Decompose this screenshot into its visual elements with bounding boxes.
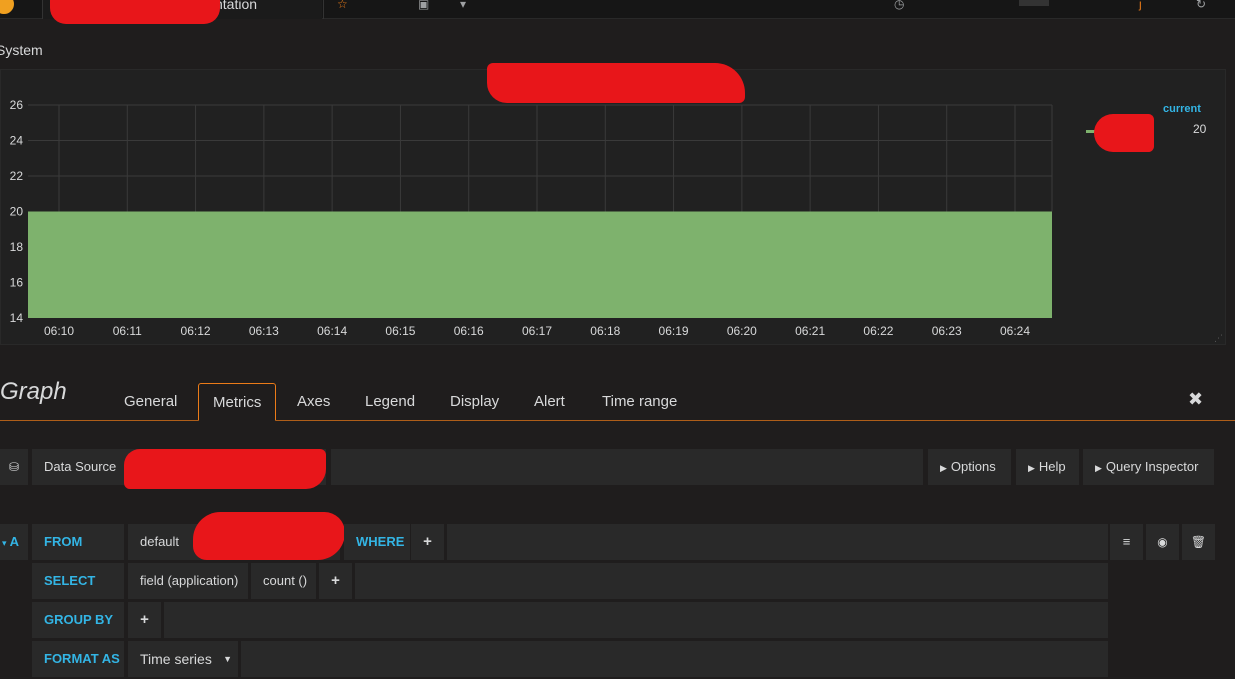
format-as-keyword: FORMAT AS xyxy=(32,641,124,677)
tab-general[interactable]: General xyxy=(110,383,191,421)
dropdown-caret-icon: ▼ xyxy=(223,654,232,664)
add-group-by-button[interactable]: + xyxy=(128,602,161,638)
share-icon[interactable]: ▣ xyxy=(418,0,429,11)
series-area xyxy=(28,211,1052,318)
save-icon[interactable]: ▾ xyxy=(460,0,466,11)
query-menu-button[interactable]: ≡ xyxy=(1110,524,1143,560)
navbar-divider xyxy=(42,0,43,19)
tab-axes[interactable]: Axes xyxy=(283,383,344,421)
y-tick-label: 16 xyxy=(10,276,24,290)
redaction-mark xyxy=(193,512,345,560)
caret-right-icon: ▶ xyxy=(1095,463,1102,473)
legend-current-value: 20 xyxy=(1193,122,1207,136)
redaction-mark xyxy=(487,63,745,103)
tab-time-range[interactable]: Time range xyxy=(588,383,691,421)
x-tick-label: 06:19 xyxy=(659,324,689,338)
caret-right-icon: ▶ xyxy=(1028,463,1035,473)
remove-query-button[interactable]: 🗑 xyxy=(1182,524,1215,560)
graph-canvas: 14 16 18 20 22 24 26 06:10 06:11 06:12 06:13 06:14 0… xyxy=(10,98,1053,338)
close-editor-button[interactable]: ✖ xyxy=(1188,389,1203,410)
x-tick-label: 06:12 xyxy=(181,324,211,338)
select-function-part[interactable]: count () xyxy=(251,563,316,599)
redaction-mark xyxy=(50,0,220,24)
trash-icon: 🗑 xyxy=(1190,535,1207,549)
x-tick-label: 06:10 xyxy=(44,324,74,338)
caret-right-icon: ▶ xyxy=(940,463,947,473)
x-tick-label: 06:11 xyxy=(113,324,142,338)
options-button[interactable]: ▶ Options xyxy=(928,449,1011,485)
dashboard-title[interactable]: ntation xyxy=(215,0,257,12)
x-tick-label: 06:22 xyxy=(863,324,893,338)
y-tick-label: 18 xyxy=(10,240,24,254)
y-tick-label: 14 xyxy=(10,311,24,325)
x-tick-label: 06:13 xyxy=(249,324,279,338)
y-tick-label: 22 xyxy=(10,169,24,183)
graph-panel: 14 16 18 20 22 24 26 06:10 06:11 06:12 06:13 06:14 0… xyxy=(0,69,1226,345)
datasource-label: Data Source xyxy=(44,459,117,474)
top-navbar: ntation ☆ ▣ ▾ ◷ ȷ ↻ xyxy=(0,0,1235,24)
select-field-part[interactable]: field (application) xyxy=(128,563,248,599)
x-tick-label: 06:23 xyxy=(932,324,962,338)
eye-icon: ◉ xyxy=(1157,535,1168,549)
from-keyword: FROM xyxy=(32,524,124,560)
format-as-value: Time series xyxy=(140,651,212,667)
collapse-caret-icon: ▾ xyxy=(2,538,7,548)
x-tick-label: 06:24 xyxy=(1000,324,1030,338)
hamburger-icon: ≡ xyxy=(1122,534,1131,549)
query-inspector-label: Query Inspector xyxy=(1105,459,1199,474)
navbar-divider xyxy=(323,0,324,19)
panel-title[interactable]: System xyxy=(0,42,43,58)
redaction-mark xyxy=(1094,114,1154,152)
query-ref-toggle[interactable]: ▾ A xyxy=(0,524,28,560)
help-label: Help xyxy=(1038,459,1066,474)
x-tick-label: 06:21 xyxy=(795,324,825,338)
y-tick-label: 26 xyxy=(10,98,24,112)
clock-icon[interactable]: ◷ xyxy=(894,0,904,11)
group-by-keyword: GROUP BY xyxy=(32,602,124,638)
refresh-icon[interactable]: ȷ xyxy=(1139,0,1142,11)
panel-resize-handle[interactable]: ⋰ xyxy=(1214,333,1224,343)
x-tick-label: 06:20 xyxy=(727,324,757,338)
y-tick-label: 20 xyxy=(10,205,24,219)
tab-alert[interactable]: Alert xyxy=(520,383,579,421)
editor-title: Graph xyxy=(0,378,67,405)
datasource-row-filler xyxy=(331,449,923,485)
grafana-logo-icon[interactable] xyxy=(0,0,16,16)
zoom-out-icon[interactable]: ↻ xyxy=(1196,0,1206,11)
from-row-filler xyxy=(447,524,1108,560)
legend-column-header[interactable]: current xyxy=(1163,103,1201,115)
group-by-row-filler xyxy=(164,602,1108,638)
tab-display[interactable]: Display xyxy=(436,383,513,421)
format-row-filler xyxy=(241,641,1108,677)
where-keyword: WHERE xyxy=(344,524,410,560)
help-button[interactable]: ▶ Help xyxy=(1016,449,1079,485)
y-tick-label: 24 xyxy=(10,134,24,148)
x-tick-label: 06:18 xyxy=(590,324,620,338)
time-picker-button[interactable] xyxy=(1019,0,1049,6)
x-tick-label: 06:16 xyxy=(454,324,484,338)
x-tick-label: 06:17 xyxy=(522,324,552,338)
tab-legend[interactable]: Legend xyxy=(351,383,429,421)
format-as-select[interactable]: Time series ▼ xyxy=(128,641,238,677)
select-keyword: SELECT xyxy=(32,563,124,599)
redaction-mark xyxy=(124,449,326,489)
add-where-button[interactable]: + xyxy=(411,524,444,560)
query-inspector-button[interactable]: ▶ Query Inspector xyxy=(1083,449,1214,485)
select-row-filler xyxy=(355,563,1108,599)
x-tick-label: 06:14 xyxy=(317,324,347,338)
x-tick-label: 06:15 xyxy=(385,324,415,338)
star-icon[interactable]: ☆ xyxy=(337,0,348,11)
datasource-icon: ⛁ xyxy=(0,449,28,485)
retention-policy-selector[interactable]: default xyxy=(128,524,194,560)
add-select-part-button[interactable]: + xyxy=(319,563,352,599)
options-label: Options xyxy=(950,459,996,474)
toggle-query-visibility-button[interactable]: ◉ xyxy=(1146,524,1179,560)
tab-metrics[interactable]: Metrics xyxy=(198,383,277,421)
query-ref-id: A xyxy=(9,534,20,549)
